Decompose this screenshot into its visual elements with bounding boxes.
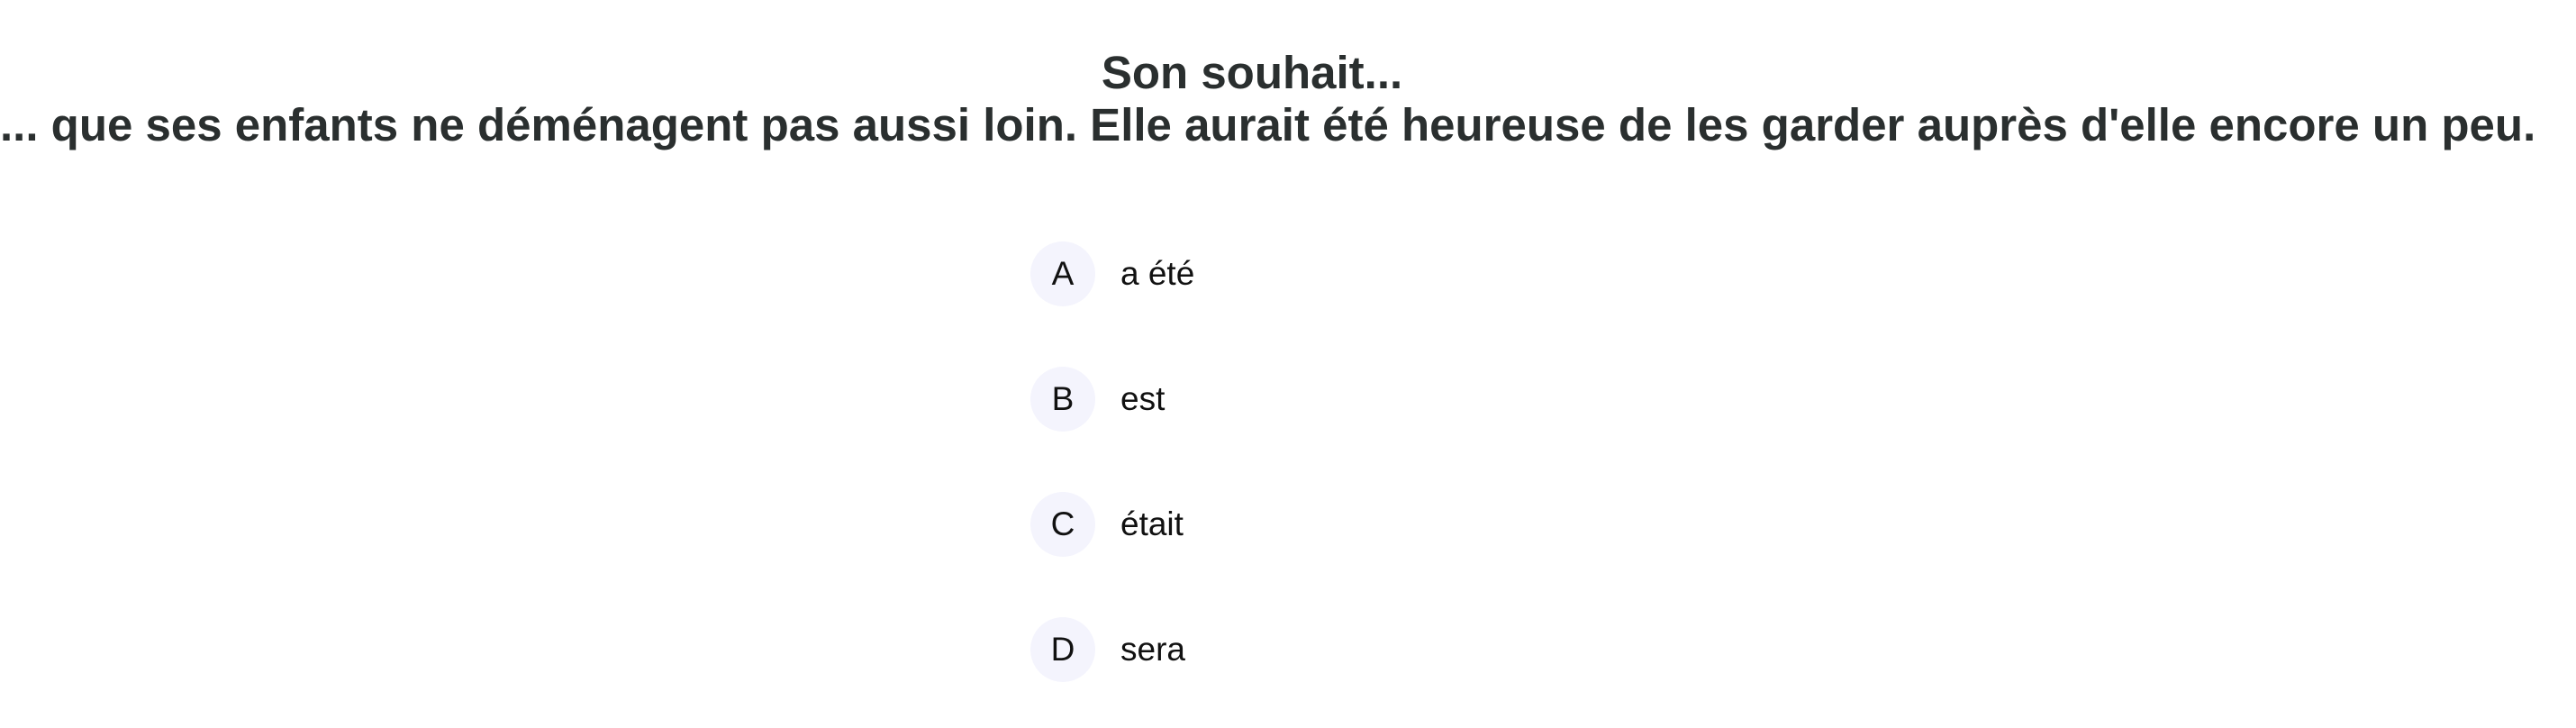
option-letter-badge: B xyxy=(1030,367,1095,432)
question-title: Son souhait... xyxy=(1101,47,1403,98)
option-letter-badge: A xyxy=(1030,241,1095,306)
option-b[interactable]: B est xyxy=(1030,367,1194,432)
answer-options: A a été B est C était D sera xyxy=(1030,241,1194,682)
option-d[interactable]: D sera xyxy=(1030,617,1194,682)
question-prompt: Son souhait... ... que ses enfants ne dé… xyxy=(0,47,2536,151)
option-letter-badge: D xyxy=(1030,617,1095,682)
option-text: sera xyxy=(1120,631,1185,668)
option-text: était xyxy=(1120,505,1184,542)
option-c[interactable]: C était xyxy=(1030,492,1194,557)
question-sentence: ... que ses enfants ne déménagent pas au… xyxy=(0,99,2536,150)
option-a[interactable]: A a été xyxy=(1030,241,1194,306)
option-text: a été xyxy=(1120,255,1195,292)
option-letter-badge: C xyxy=(1030,492,1095,557)
option-text: est xyxy=(1120,380,1166,417)
